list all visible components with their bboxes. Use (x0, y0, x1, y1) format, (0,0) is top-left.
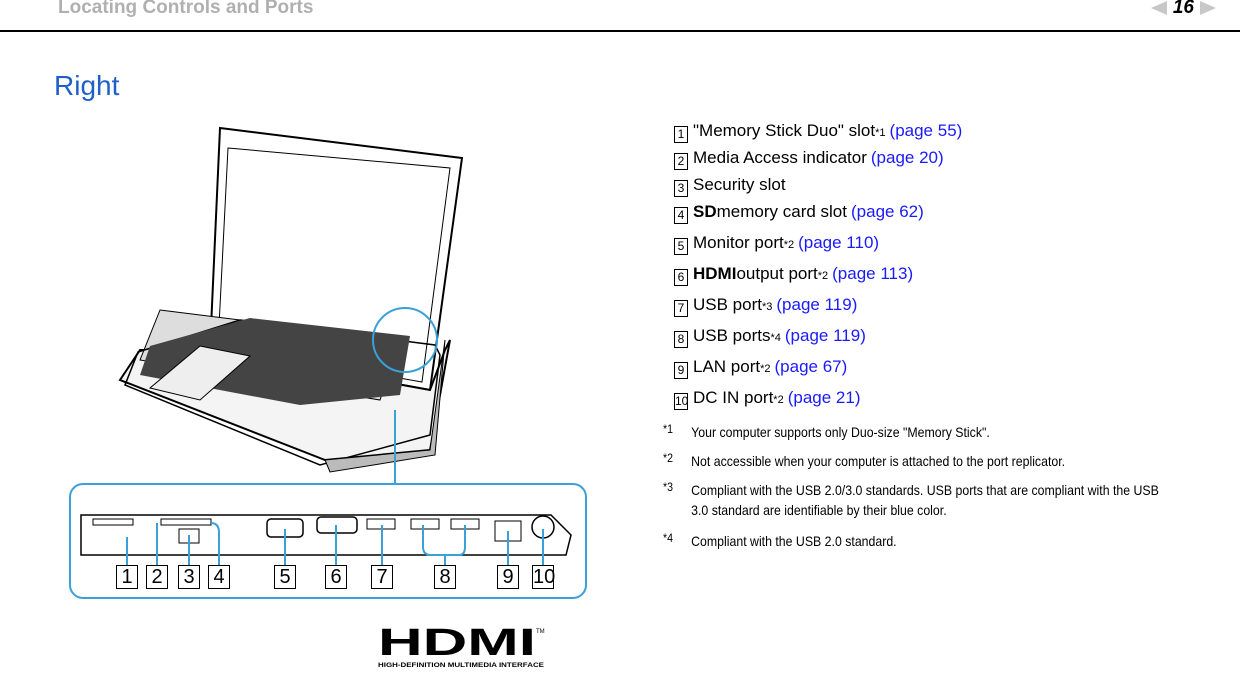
port-detail-inset: 1 2 3 4 5 6 7 8 9 10 (69, 483, 587, 599)
item-number: 1 (674, 126, 688, 143)
item-label: DC IN port (693, 388, 774, 407)
item-number: 3 (674, 180, 688, 197)
page-link[interactable]: (page 55) (890, 121, 963, 141)
footnote-text: Not accessible when your computer is att… (691, 453, 1066, 469)
callout-number: 9 (497, 565, 519, 589)
port-item: 3 Security slot (674, 175, 786, 197)
page-link[interactable]: (page 119) (776, 295, 857, 315)
prev-page-icon[interactable] (1150, 1, 1167, 15)
svg-text:HIGH-DEFINITION MULTIMEDIA INT: HIGH-DEFINITION MULTIMEDIA INTERFACE (378, 662, 545, 669)
footnote-key: *4 (663, 531, 673, 545)
footnote-ref[interactable]: *2 (784, 239, 794, 251)
footnote-key: *3 (663, 480, 673, 494)
page-link[interactable]: (page 21) (788, 388, 861, 408)
page-link[interactable]: (page 20) (871, 148, 944, 168)
item-label: USB ports (693, 326, 771, 345)
hdmi-logo: HDMI TM HIGH-DEFINITION MULTIMEDIA INTER… (378, 622, 548, 674)
footnote-text: Your computer supports only Duo-size "Me… (691, 424, 990, 440)
section-title: Locating Controls and Ports (58, 0, 314, 18)
page-link[interactable]: (page 110) (798, 233, 879, 253)
item-number: 4 (674, 207, 688, 224)
next-page-icon[interactable] (1200, 1, 1216, 15)
page-nav: 16 (1150, 0, 1216, 19)
footnote-key: *2 (663, 451, 673, 465)
item-label: output port (736, 264, 818, 283)
callout-number: 7 (371, 565, 393, 589)
callout-number: 2 (146, 565, 168, 589)
port-item: 1 "Memory Stick Duo" slot *1 (page 55) (674, 121, 963, 143)
page-title: Right (54, 70, 120, 101)
port-item: 6 HDMI output port *2 (page 113) (674, 264, 913, 286)
port-item: 8 USB ports *4 (page 119) (674, 326, 866, 348)
page-link[interactable]: (page 119) (785, 326, 866, 346)
port-item: 9 LAN port *2 (page 67) (674, 357, 848, 379)
page-number: 16 (1172, 0, 1194, 18)
footnote-ref[interactable]: *4 (770, 332, 780, 344)
footnote-ref[interactable]: *2 (818, 270, 828, 282)
port-item: 2 Media Access indicator (page 20) (674, 148, 944, 170)
footnote-ref[interactable]: *1 (875, 127, 885, 139)
footnote-text: Compliant with the USB 2.0/3.0 standards… (691, 482, 1159, 518)
header-rule (0, 30, 1240, 32)
svg-text:HDMI: HDMI (378, 625, 536, 664)
page-link[interactable]: (page 113) (832, 264, 913, 284)
callout-number: 1 (116, 565, 138, 589)
callout-number: 4 (208, 565, 230, 589)
item-label: Security slot (693, 175, 786, 194)
page-link[interactable]: (page 67) (775, 357, 848, 377)
item-number: 5 (674, 238, 688, 255)
port-item: 5 Monitor port *2 (page 110) (674, 233, 879, 255)
port-item: 7 USB port *3 (page 119) (674, 295, 857, 317)
footnote-ref[interactable]: *2 (760, 363, 770, 375)
item-number: 6 (674, 269, 688, 286)
callout-number: 3 (178, 565, 200, 589)
item-bold: SD (693, 202, 717, 221)
callout-number: 10 (532, 565, 556, 589)
footnote: *1 Your computer supports only Duo-size "… (663, 422, 1166, 442)
footnote-ref[interactable]: *3 (762, 301, 772, 313)
port-item: 10 DC IN port *2 (page 21) (674, 388, 861, 410)
footnote: *2 Not accessible when your computer is a… (663, 451, 1166, 471)
footnote-ref[interactable]: *2 (773, 394, 783, 406)
footnote-key: *1 (663, 422, 673, 436)
item-label: Media Access indicator (693, 148, 867, 167)
svg-text:TM: TM (536, 629, 545, 635)
item-label: memory card slot (716, 202, 847, 221)
item-label: LAN port (693, 357, 761, 376)
callout-number: 6 (325, 565, 347, 589)
item-bold: HDMI (693, 264, 737, 283)
port-item: 4 SD memory card slot (page 62) (674, 202, 924, 224)
footnote: *3 Compliant with the USB 2.0/3.0 standar… (663, 480, 1166, 520)
item-number: 8 (674, 331, 688, 348)
item-label: USB port (693, 295, 762, 314)
item-number: 9 (674, 362, 688, 379)
footnote-text: Compliant with the USB 2.0 standard. (691, 533, 897, 549)
item-number: 10 (674, 393, 689, 410)
item-number: 7 (674, 300, 688, 317)
callout-number: 5 (274, 565, 296, 589)
callout-number: 8 (434, 565, 456, 589)
item-label: "Memory Stick Duo" slot (693, 121, 876, 140)
page-link[interactable]: (page 62) (851, 202, 924, 222)
footnote: *4 Compliant with the USB 2.0 standard. (663, 531, 1166, 551)
item-number: 2 (674, 153, 688, 170)
item-label: Monitor port (693, 233, 784, 252)
